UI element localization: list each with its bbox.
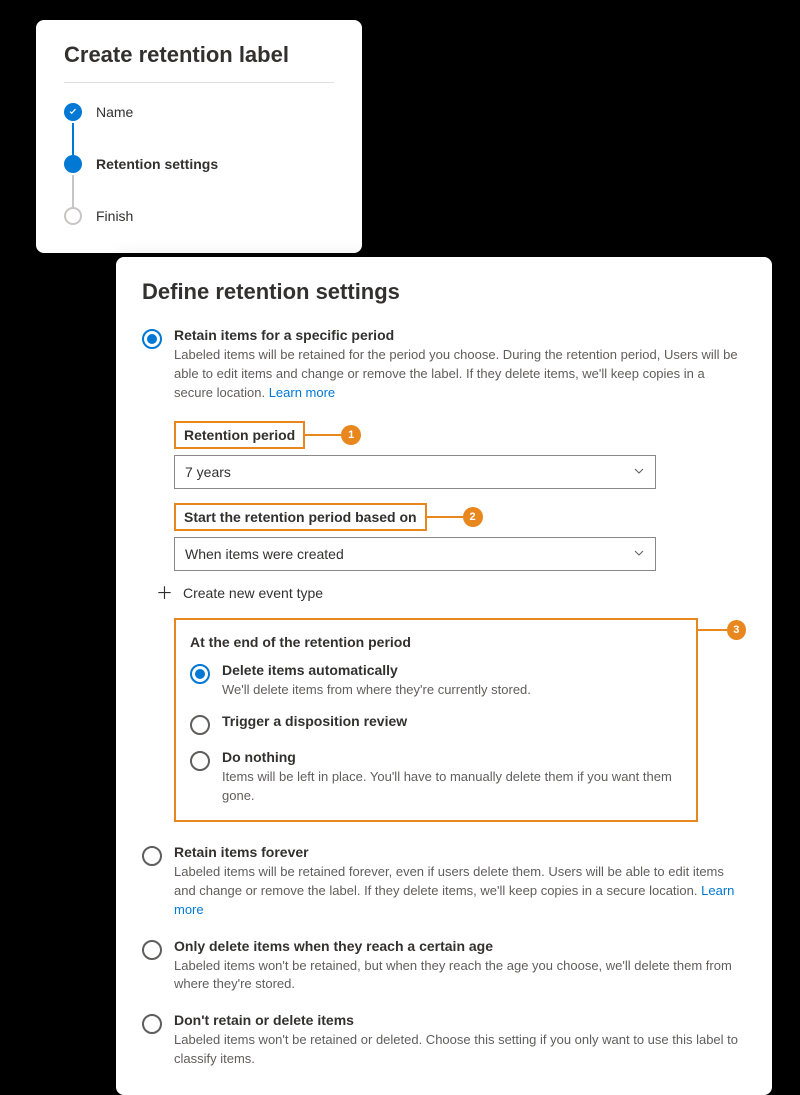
field-label-row: Retention period 1 xyxy=(174,421,746,449)
chevron-down-icon xyxy=(633,464,645,480)
option-description: Labeled items will be retained for the p… xyxy=(174,346,746,403)
callout-connector xyxy=(698,629,727,631)
option-description: Labeled items won't be retained, but whe… xyxy=(174,957,746,995)
radio-selected-icon[interactable] xyxy=(190,664,210,684)
option-dont-retain[interactable]: Don't retain or delete items Labeled ite… xyxy=(142,1012,746,1069)
callout-badge-2: 2 xyxy=(463,507,483,527)
step-pending-icon xyxy=(64,207,82,225)
option-only-delete[interactable]: Only delete items when they reach a cert… xyxy=(142,938,746,995)
create-event-type-button[interactable]: ＋ Create new event type xyxy=(156,585,746,602)
option-body: Don't retain or delete items Labeled ite… xyxy=(174,1012,746,1069)
option-label: Retain items forever xyxy=(174,844,746,860)
retention-period-label: Retention period xyxy=(174,421,305,449)
option-description: Labeled items will be retained forever, … xyxy=(174,863,746,920)
retention-start-field: Start the retention period based on 2 Wh… xyxy=(174,503,746,571)
retention-period-dropdown[interactable]: 7 years xyxy=(174,455,656,489)
option-do-nothing[interactable]: Do nothing Items will be left in place. … xyxy=(190,749,682,806)
wizard-step-finish[interactable]: Finish xyxy=(64,201,334,225)
plus-icon: ＋ xyxy=(156,585,173,602)
radio-unselected-icon[interactable] xyxy=(190,751,210,771)
step-current-icon xyxy=(64,155,82,173)
end-of-period-box: At the end of the retention period Delet… xyxy=(174,618,698,823)
chevron-down-icon xyxy=(633,546,645,562)
radio-unselected-icon[interactable] xyxy=(142,940,162,960)
option-description: Labeled items won't be retained or delet… xyxy=(174,1031,746,1069)
step-label: Name xyxy=(96,104,133,120)
callout-connector xyxy=(427,516,463,518)
callout-badge-1: 1 xyxy=(341,425,361,445)
radio-selected-icon[interactable] xyxy=(142,329,162,349)
create-event-label: Create new event type xyxy=(183,585,323,601)
page-title: Define retention settings xyxy=(142,279,746,305)
option-body: Trigger a disposition review xyxy=(222,713,682,735)
field-label-row: Start the retention period based on 2 xyxy=(174,503,746,531)
option-retain-forever[interactable]: Retain items forever Labeled items will … xyxy=(142,844,746,920)
option-delete-auto[interactable]: Delete items automatically We'll delete … xyxy=(190,662,682,700)
settings-panel: Define retention settings Retain items f… xyxy=(116,257,772,1095)
wizard-step-retention[interactable]: Retention settings xyxy=(64,149,334,201)
option-description: Items will be left in place. You'll have… xyxy=(222,768,682,806)
option-body: Do nothing Items will be left in place. … xyxy=(222,749,682,806)
end-of-period-title: At the end of the retention period xyxy=(190,634,682,650)
wizard-steps: Name Retention settings Finish xyxy=(64,97,334,225)
wizard-title: Create retention label xyxy=(64,42,334,83)
wizard-step-name[interactable]: Name xyxy=(64,97,334,149)
option-description: We'll delete items from where they're cu… xyxy=(222,681,682,700)
radio-unselected-icon[interactable] xyxy=(142,846,162,866)
radio-unselected-icon[interactable] xyxy=(142,1014,162,1034)
option-label: Trigger a disposition review xyxy=(222,713,682,729)
wizard-panel: Create retention label Name Retention se… xyxy=(36,20,362,253)
option-label: Do nothing xyxy=(222,749,682,765)
callout-badge-3: 3 xyxy=(727,620,746,640)
step-label: Finish xyxy=(96,208,133,224)
option-body: Retain items forever Labeled items will … xyxy=(174,844,746,920)
retention-start-label: Start the retention period based on xyxy=(174,503,427,531)
option-retain-specific[interactable]: Retain items for a specific period Label… xyxy=(142,327,746,403)
option-body: Retain items for a specific period Label… xyxy=(174,327,746,403)
option-body: Delete items automatically We'll delete … xyxy=(222,662,682,700)
callout-connector xyxy=(305,434,341,436)
option-label: Only delete items when they reach a cert… xyxy=(174,938,746,954)
retention-start-dropdown[interactable]: When items were created xyxy=(174,537,656,571)
learn-more-link[interactable]: Learn more xyxy=(269,385,335,400)
option-body: Only delete items when they reach a cert… xyxy=(174,938,746,995)
option-label: Delete items automatically xyxy=(222,662,682,678)
dropdown-value: 7 years xyxy=(185,464,231,480)
option-label: Don't retain or delete items xyxy=(174,1012,746,1028)
step-label: Retention settings xyxy=(96,156,218,172)
option-disposition-review[interactable]: Trigger a disposition review xyxy=(190,713,682,735)
dropdown-value: When items were created xyxy=(185,546,344,562)
option-label: Retain items for a specific period xyxy=(174,327,746,343)
radio-unselected-icon[interactable] xyxy=(190,715,210,735)
retention-period-field: Retention period 1 7 years xyxy=(174,421,746,489)
step-completed-icon xyxy=(64,103,82,121)
end-of-period-group: At the end of the retention period Delet… xyxy=(174,618,746,823)
